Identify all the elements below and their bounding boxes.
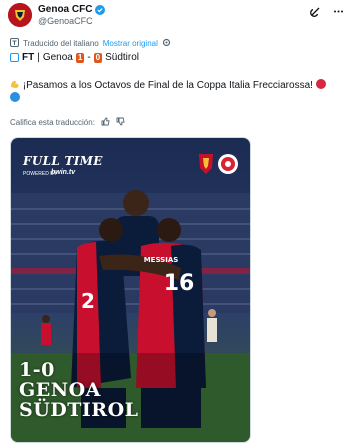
media-away-team: SÜDTIROL (19, 399, 139, 421)
genoa-crest-icon (8, 3, 32, 27)
flexed-arm-emoji-icon (10, 80, 23, 91)
away-score: 0 (93, 52, 103, 63)
rate-prompt: Califica esta traducción: (10, 118, 95, 127)
full-time-label: FULL TIME (23, 154, 103, 168)
thumbs-down-icon[interactable] (116, 117, 125, 128)
shirt-number-right: 16 (164, 271, 195, 296)
home-score: 1 (75, 52, 85, 63)
verified-badge-icon (95, 4, 106, 15)
tweet-message: ¡Pasamos a los Octavos de Final de la Co… (10, 79, 340, 105)
account-handle[interactable]: @GenoaCFC (38, 16, 93, 26)
tweet-message-text: ¡Pasamos a los Octavos de Final de la Co… (22, 80, 313, 91)
thumbs-up-icon[interactable] (101, 117, 110, 128)
checkbox-emoji-icon (10, 53, 19, 62)
media-score-line: 1-0 (19, 359, 55, 381)
show-original-link[interactable]: Mostrar original (103, 39, 158, 48)
shirt-number-left: 2 (81, 289, 95, 313)
gear-icon[interactable] (162, 38, 171, 49)
score-dash: - (87, 52, 91, 63)
rate-translation: Califica esta traducción: (10, 117, 125, 128)
media-home-team: GENOA (19, 379, 101, 401)
blue-circle-emoji-icon (10, 92, 20, 102)
home-team: Genoa (42, 52, 73, 63)
away-team: Südtirol (105, 52, 140, 63)
sponsor-label: bwin.tv (51, 169, 76, 176)
more-icon[interactable] (333, 4, 344, 22)
tweet-score-line: FT | Genoa 1 - 0 Südtirol (10, 52, 139, 63)
grok-icon[interactable] (310, 4, 321, 22)
translation-note: Traducido del italiano Mostrar original (10, 38, 171, 49)
account-name-row[interactable]: Genoa CFC (38, 4, 106, 15)
media-final-score: 1-0 GENOA SÜDTIROL (19, 360, 139, 420)
separator: | (37, 52, 40, 63)
tweet-media-image[interactable]: 16 2 MESSIAS FULL TIME POWERED BY bwin.t… (10, 137, 251, 443)
shirt-name: MESSIAS (144, 256, 179, 264)
translate-icon (10, 38, 19, 49)
red-circle-emoji-icon (315, 79, 326, 89)
ft-label: FT (22, 52, 35, 63)
account-name[interactable]: Genoa CFC (38, 4, 92, 15)
translation-note-text: Traducido del italiano (23, 39, 99, 48)
account-avatar[interactable] (8, 3, 32, 27)
